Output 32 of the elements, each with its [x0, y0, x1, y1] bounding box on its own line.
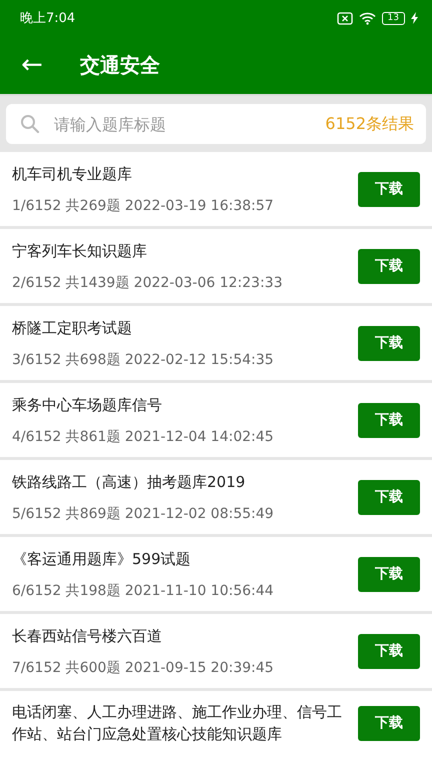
download-button[interactable]: 下载	[358, 480, 420, 514]
item-meta: 7/6152 共600题 2021-09-15 20:39:45	[12, 659, 275, 677]
download-button[interactable]: 下载	[358, 634, 420, 668]
item-title: 铁路线路工（高速）抽考题库2019	[12, 472, 246, 493]
search-icon	[20, 114, 40, 134]
item-title: 乘务中心车场题库信号	[12, 395, 163, 416]
page-title: 交通安全	[80, 52, 160, 78]
item-title: 长春西站信号楼六百道	[12, 626, 163, 647]
no-sim-icon	[336, 12, 353, 24]
item-meta: 5/6152 共869题 2021-12-02 08:55:49	[12, 505, 275, 523]
download-button[interactable]: 下载	[358, 248, 420, 284]
status-time: 晚上7:04	[20, 10, 76, 27]
item-meta: 2/6152 共1439题 2022-03-06 12:23:33	[12, 274, 284, 292]
download-button[interactable]: 下载	[358, 326, 420, 360]
charging-icon	[411, 12, 418, 24]
wifi-icon	[358, 12, 376, 24]
item-title: 《客运通用题库》599试题	[12, 549, 192, 570]
item-meta: 1/6152 共269题 2022-03-19 16:38:57	[12, 197, 275, 215]
item-meta: 6/6152 共198题 2021-11-10 10:56:44	[12, 582, 275, 600]
item-title: 机车司机专业题库	[12, 164, 133, 185]
item-meta: 4/6152 共861题 2021-12-04 14:02:45	[12, 428, 275, 446]
item-title: 宁客列车长知识题库	[12, 241, 148, 262]
download-button[interactable]: 下载	[358, 402, 420, 438]
download-button[interactable]: 下载	[358, 172, 420, 206]
back-button[interactable]: ←	[18, 50, 46, 80]
item-title: 桥隧工定职考试题	[12, 318, 133, 339]
download-button[interactable]: 下载	[358, 556, 420, 592]
download-button[interactable]: 下载	[358, 706, 420, 740]
item-title: 电话闭塞、人工办理进路、施工作业办理、信号工作站、站台门应急处置核心技能知识题库	[12, 702, 343, 745]
battery-indicator: 13	[382, 12, 405, 24]
result-count: 6152条结果	[325, 114, 414, 134]
item-meta: 3/6152 共698题 2022-02-12 15:54:35	[12, 351, 275, 369]
